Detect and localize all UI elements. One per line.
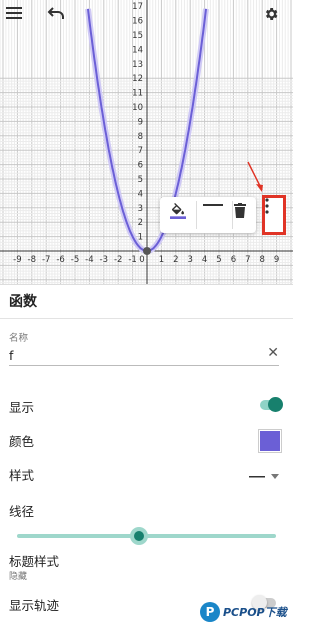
- thickness-slider[interactable]: [17, 527, 276, 545]
- watermark-text: PCPOP下载: [223, 606, 287, 619]
- x-tick-label: -3: [100, 255, 108, 265]
- vertex-point: [143, 247, 151, 255]
- x-tick-label: -9: [13, 255, 21, 265]
- name-label: 名称: [9, 333, 29, 344]
- x-tick-label: 1: [159, 255, 164, 265]
- name-value[interactable]: f: [9, 348, 13, 363]
- graphics-view[interactable]: -9 -8 -7 -6 -5 -4 -3 -2 -1 0 1 2 3 4 5 6 7 8 9 1 2 3 4 5 6 7 8 9 10 1…: [0, 0, 293, 284]
- thickness-label: 线径: [9, 504, 35, 519]
- y-tick-label: 13: [132, 60, 143, 70]
- divider: [0, 318, 293, 319]
- watermark: P PCPOP下载: [200, 600, 287, 624]
- show-label: 显示: [9, 400, 35, 415]
- y-tick-label: 7: [138, 146, 143, 156]
- x-tick-label: 4: [202, 255, 207, 265]
- y-tick-label: 15: [132, 31, 143, 41]
- more-vert-icon[interactable]: [262, 195, 286, 235]
- x-tick-label: -6: [56, 255, 64, 265]
- style-label: 样式: [9, 468, 35, 483]
- watermark-logo-icon: P: [200, 602, 220, 622]
- y-tick-label: 2: [138, 218, 143, 228]
- slider-thumb[interactable]: [129, 527, 148, 545]
- y-tick-label: 8: [138, 132, 143, 142]
- x-tick-label: -1: [128, 255, 136, 265]
- x-tick-label: 2: [173, 255, 178, 265]
- line-style-icon[interactable]: [203, 203, 227, 227]
- x-tick-label: 0: [139, 255, 144, 265]
- y-tick-label: 3: [138, 204, 143, 214]
- x-tick-label: -4: [85, 255, 93, 265]
- color-swatch[interactable]: [258, 429, 282, 453]
- x-tick-label: -2: [114, 255, 122, 265]
- graph-canvas[interactable]: -9 -8 -7 -6 -5 -4 -3 -2 -1 0 1 2 3 4 5 6 7 8 9123456789101…: [0, 0, 293, 284]
- y-tick-label: 14: [132, 45, 143, 55]
- x-tick-label: 6: [231, 255, 236, 265]
- paint-bucket-icon[interactable]: [170, 203, 194, 227]
- x-tick-label: 3: [187, 255, 192, 265]
- hamburger-menu-icon[interactable]: [6, 6, 30, 30]
- y-tick-label: 5: [138, 175, 143, 185]
- show-toggle[interactable]: [258, 397, 284, 413]
- x-tick-label: 8: [259, 255, 264, 265]
- x-tick-label: 5: [216, 255, 221, 265]
- name-field[interactable]: f ✕: [9, 345, 279, 366]
- y-tick-label: 11: [132, 89, 143, 99]
- x-tick-label: -5: [71, 255, 79, 265]
- x-tick-label: 7: [245, 255, 250, 265]
- style-bar: [160, 197, 256, 233]
- close-icon[interactable]: ✕: [267, 345, 279, 361]
- gear-icon[interactable]: [263, 6, 287, 30]
- y-tick-label: 4: [138, 189, 143, 199]
- caption-style-value[interactable]: 隐藏: [9, 569, 279, 582]
- x-tick-label: -8: [28, 255, 36, 265]
- y-tick-label: 16: [132, 17, 143, 27]
- y-tick-label: 6: [138, 161, 143, 171]
- y-tick-label: 10: [132, 103, 143, 113]
- properties-panel: 函数 名称 f ✕ 显示 颜色 样式 线径 标题样式 隐藏 显示轨迹: [0, 284, 293, 629]
- undo-icon[interactable]: [47, 6, 71, 30]
- x-tick-label: 9: [274, 255, 279, 265]
- trash-icon[interactable]: [234, 203, 258, 227]
- y-tick-label: 9: [138, 117, 143, 127]
- x-tick-label: -7: [42, 255, 50, 265]
- y-tick-label: 17: [132, 2, 143, 12]
- y-tick-label: 12: [132, 74, 143, 84]
- panel-title: 函数: [9, 294, 37, 310]
- caption-style-label: 标题样式: [9, 554, 60, 569]
- color-label: 颜色: [9, 434, 35, 449]
- line-style-dropdown[interactable]: [249, 467, 281, 479]
